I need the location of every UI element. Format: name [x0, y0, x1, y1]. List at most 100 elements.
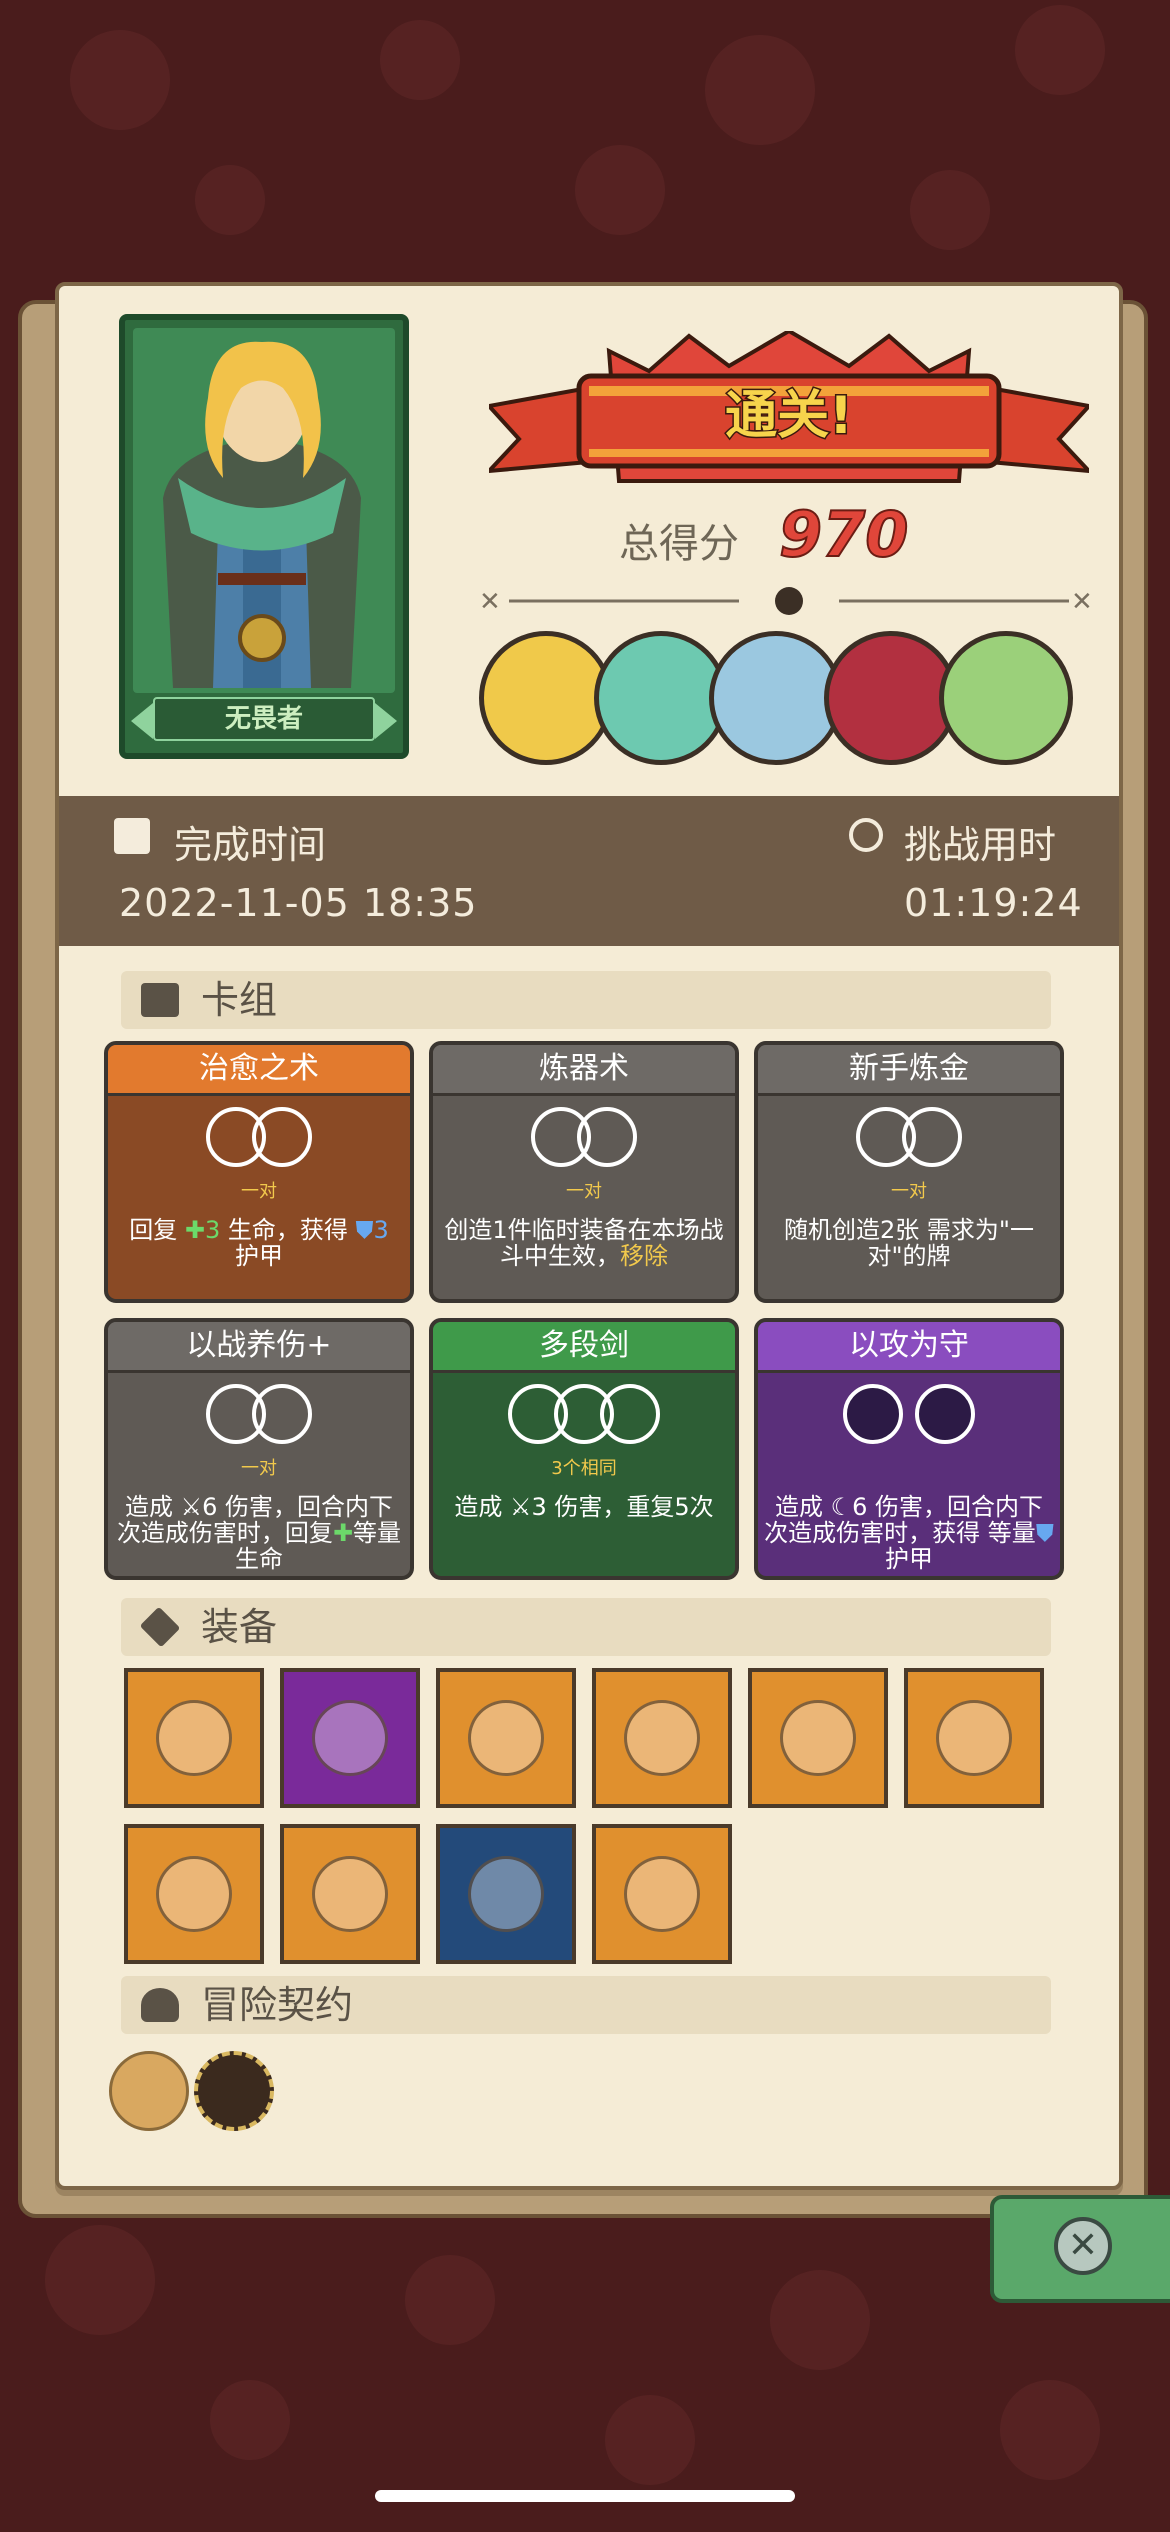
- card-description-part: 移除: [620, 1242, 668, 1270]
- money-bag-icon: [468, 1700, 544, 1776]
- moon-die-icon: [843, 1384, 903, 1444]
- card-description-part: 造成: [774, 1493, 831, 1521]
- card-requirement-dice: [108, 1107, 410, 1177]
- close-icon[interactable]: ✕: [1054, 2217, 1112, 2275]
- card-description-part: ✚3: [184, 1216, 221, 1244]
- card-description: 创造1件临时装备在本场战斗中生效，移除: [439, 1217, 729, 1269]
- equipment-heading-label: 装备: [201, 1605, 278, 1649]
- finish-time-label: 完成时间: [174, 823, 327, 867]
- card-description-part: ✚: [332, 1519, 354, 1547]
- card-description-part: 回复: [129, 1216, 185, 1244]
- heart-chest-icon: [624, 1700, 700, 1776]
- time-bar: 完成时间 2022-11-05 18:35 挑战用时 01:19:24: [59, 796, 1119, 946]
- card-description-part: ⚔3: [509, 1493, 547, 1521]
- card-title: 新手炼金: [758, 1045, 1060, 1096]
- svg-text:✕: ✕: [1071, 587, 1093, 616]
- card-requirement-dice: [758, 1107, 1060, 1177]
- equipment-slot[interactable]: [280, 1824, 420, 1964]
- result-panel: 无畏者 通关! 总得分 970 ✕ ✕ 完成时间 2022-11-05 18:3…: [55, 282, 1123, 2190]
- scroll-icon[interactable]: [109, 2051, 189, 2131]
- deck-heading-label: 卡组: [201, 978, 278, 1022]
- card-description: 造成 ☾6 伤害，回合内下次造成伤害时，获得 等量⛊护甲: [764, 1494, 1054, 1572]
- card-description: 随机创造2张 需求为"一对"的牌: [764, 1217, 1054, 1269]
- finish-time-value: 2022-11-05 18:35: [119, 881, 478, 925]
- duration-label: 挑战用时: [904, 823, 1057, 867]
- card-description-part: 护甲: [885, 1545, 933, 1573]
- card-description-part: ☾6: [830, 1493, 868, 1521]
- meat-leg-icon: [624, 1856, 700, 1932]
- wizard-enemy-avatar: [479, 631, 613, 765]
- die-slot-icon: [600, 1384, 660, 1444]
- card-requirement-dice: [108, 1384, 410, 1454]
- equipment-heading: 装备: [121, 1598, 1051, 1656]
- deck-card[interactable]: 治愈之术 一对 回复 ✚3 生命，获得 ⛊3 护甲: [104, 1041, 414, 1303]
- deck-card[interactable]: 新手炼金一对随机创造2张 需求为"一对"的牌: [754, 1041, 1064, 1303]
- deck-card[interactable]: 多段剑 3个相同造成 ⚔3 伤害，重复5次: [429, 1318, 739, 1580]
- ice-shield-icon: [156, 1700, 232, 1776]
- card-description-part: 伤害，重复5次: [546, 1493, 714, 1521]
- equipment-slot[interactable]: [748, 1668, 888, 1808]
- box-icon: [139, 1606, 181, 1648]
- card-description-part: 护甲: [235, 1242, 283, 1270]
- hero-prev-arrow[interactable]: [131, 703, 153, 739]
- blue-slime-icon: [156, 1856, 232, 1932]
- golden-tag-icon[interactable]: [194, 2051, 274, 2131]
- card-description: 造成 ⚔6 伤害，回合内下次造成伤害时，回复✚等量生命: [114, 1494, 404, 1572]
- hero-card[interactable]: 无畏者: [119, 314, 409, 759]
- card-requirement-tag: 一对: [241, 1458, 277, 1479]
- moon-die-icon: [915, 1384, 975, 1444]
- die-slot-icon: [902, 1107, 962, 1167]
- card-title: 以战养伤+: [108, 1322, 410, 1373]
- score-label: 总得分: [619, 521, 739, 567]
- duration-value: 01:19:24: [904, 881, 1083, 925]
- card-requirement-tag: 3个相同: [551, 1458, 617, 1479]
- hero-portrait: [133, 328, 395, 693]
- equipment-slot[interactable]: [124, 1668, 264, 1808]
- card-description-part: 造成: [454, 1493, 510, 1521]
- stopwatch-icon: [849, 818, 883, 852]
- dark-dice-icon: [312, 1700, 388, 1776]
- deck-heading: 卡组: [121, 971, 1051, 1029]
- equipment-slot[interactable]: [436, 1668, 576, 1808]
- card-title: 多段剑: [433, 1322, 735, 1373]
- rainbow-dragon-icon: [780, 1700, 856, 1776]
- card-description-part: ⛊: [1035, 1519, 1054, 1547]
- boss-divider: ✕ ✕: [479, 587, 1093, 616]
- hero-name: 无畏者: [153, 697, 375, 741]
- potion-jar-icon: [312, 1856, 388, 1932]
- card-description-part: 造成: [124, 1493, 181, 1521]
- contract-heading: 冒险契约: [121, 1976, 1051, 2034]
- card-description: 回复 ✚3 生命，获得 ⛊3 护甲: [114, 1217, 404, 1269]
- card-description-part: 创造1件临时装备在本场战斗中生效，: [444, 1216, 724, 1270]
- yeti-enemy-avatar: [709, 631, 843, 765]
- home-indicator[interactable]: [375, 2490, 795, 2502]
- vampire-enemy-avatar: [824, 631, 958, 765]
- card-description-part: 生命，获得: [220, 1216, 356, 1244]
- equipment-slot[interactable]: [592, 1824, 732, 1964]
- card-title: 治愈之术: [108, 1045, 410, 1096]
- hero-next-arrow[interactable]: [375, 703, 397, 739]
- close-tab[interactable]: ✕: [990, 2195, 1170, 2303]
- victory-title: 通关!: [724, 385, 855, 448]
- deck-card[interactable]: 以攻为守 造成 ☾6 伤害，回合内下次造成伤害时，获得 等量⛊护甲: [754, 1318, 1064, 1580]
- card-requirement-tag: 一对: [891, 1181, 927, 1202]
- card-description-part: 随机创造2张 需求为"一对"的牌: [784, 1216, 1034, 1270]
- card-description: 造成 ⚔3 伤害，重复5次: [439, 1494, 729, 1520]
- equipment-slot[interactable]: [280, 1668, 420, 1808]
- equipment-slot[interactable]: [592, 1668, 732, 1808]
- deck-card[interactable]: 以战养伤+ 一对造成 ⚔6 伤害，回合内下次造成伤害时，回复✚等量生命: [104, 1318, 414, 1580]
- equipment-slot[interactable]: [436, 1824, 576, 1964]
- die-slot-icon: [252, 1384, 312, 1444]
- deck-card[interactable]: 炼器术 一对 创造1件临时装备在本场战斗中生效，移除: [429, 1041, 739, 1303]
- lizard-enemy-avatar: [594, 631, 728, 765]
- person-icon: [141, 1988, 179, 2022]
- calendar-icon: [114, 818, 150, 854]
- die-slot-icon: [252, 1107, 312, 1167]
- equipment-slot[interactable]: [904, 1668, 1044, 1808]
- victory-banner: 通关!: [483, 328, 1095, 501]
- equipment-slot[interactable]: [124, 1824, 264, 1964]
- card-description-part: ⚔6: [180, 1493, 218, 1521]
- svg-text:✕: ✕: [479, 587, 501, 616]
- golden-crown-icon: [936, 1700, 1012, 1776]
- card-title: 以攻为守: [758, 1322, 1060, 1373]
